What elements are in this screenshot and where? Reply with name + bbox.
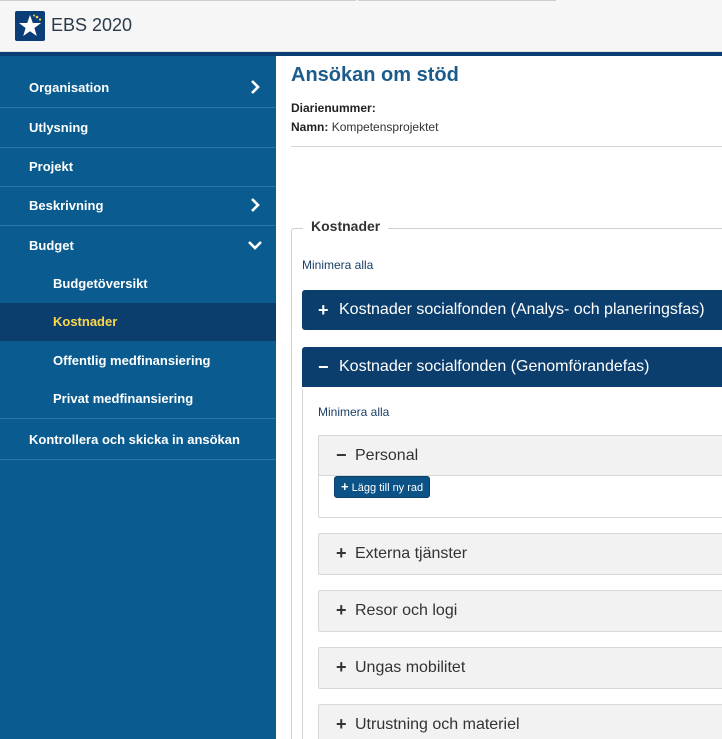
sidebar-item-organisation[interactable]: Organisation bbox=[0, 68, 276, 108]
panel-title: Personal bbox=[355, 447, 419, 464]
minus-icon: − bbox=[336, 445, 347, 465]
accordion-analys-planeringsfas[interactable]: + Kostnader socialfonden (Analys- och pl… bbox=[302, 290, 722, 330]
panel-title: Utrustning och materiel bbox=[355, 716, 520, 733]
inner-minimize-all-link[interactable]: Minimera alla bbox=[318, 405, 389, 419]
page-title: Ansökan om stöd bbox=[291, 64, 459, 86]
panel-title: Resor och logi bbox=[355, 602, 458, 619]
panel-personal[interactable]: − Personal bbox=[318, 435, 722, 476]
sidebar-subitem-label: Privat medfinansiering bbox=[53, 391, 194, 406]
plus-icon: + bbox=[336, 714, 347, 734]
accordion-genomforandefas[interactable]: − Kostnader socialfonden (Genomförandefa… bbox=[302, 347, 722, 387]
panel-title: Externa tjänster bbox=[355, 545, 468, 562]
top-bar: EBS 2020 bbox=[0, 0, 722, 52]
sidebar-subitem-label: Budgetöversikt bbox=[53, 276, 148, 291]
plus-icon: + bbox=[341, 479, 349, 494]
sidebar-subitem-budgetoversikt[interactable]: Budgetöversikt bbox=[0, 265, 276, 303]
plus-icon: + bbox=[336, 657, 347, 677]
sidebar-subitem-label: Kostnader bbox=[53, 314, 118, 329]
diarienummer-label: Diarienummer: bbox=[291, 101, 376, 115]
eu-star-logo-icon bbox=[15, 11, 45, 41]
sidebar-subitem-privat-medfinansiering[interactable]: Privat medfinansiering bbox=[0, 380, 276, 419]
sidebar-item-budget[interactable]: Budget bbox=[0, 226, 276, 266]
sidebar: Organisation Utlysning Projekt Beskrivni… bbox=[0, 56, 276, 739]
tab-strip bbox=[0, 0, 722, 2]
chevron-right-icon bbox=[251, 198, 260, 212]
chevron-right-icon bbox=[251, 80, 260, 94]
sidebar-item-label: Utlysning bbox=[29, 120, 89, 135]
plus-icon: + bbox=[318, 300, 329, 320]
namn-row: Namn: Kompetensprojektet bbox=[291, 120, 438, 134]
panel-externa-tjanster[interactable]: + Externa tjänster bbox=[318, 533, 722, 575]
add-row-button[interactable]: + Lägg till ny rad bbox=[334, 476, 431, 498]
sidebar-subitem-label: Offentlig medfinansiering bbox=[53, 353, 211, 368]
sidebar-item-utlysning[interactable]: Utlysning bbox=[0, 108, 276, 148]
sidebar-item-label: Beskrivning bbox=[29, 198, 104, 213]
plus-icon: + bbox=[336, 600, 347, 620]
sidebar-item-label: Kontrollera och skicka in ansökan bbox=[29, 432, 240, 447]
namn-value: Kompetensprojektet bbox=[331, 120, 439, 134]
minus-icon: − bbox=[318, 357, 329, 377]
sidebar-item-label: Projekt bbox=[29, 159, 74, 174]
app-title: EBS 2020 bbox=[51, 15, 133, 35]
sidebar-subitem-kostnader[interactable]: Kostnader bbox=[0, 303, 276, 341]
costs-legend: Kostnader bbox=[303, 218, 389, 234]
add-row-label: Lägg till ny rad bbox=[351, 482, 424, 494]
diarienummer-row: Diarienummer: bbox=[291, 101, 376, 115]
sidebar-item-kontrollera[interactable]: Kontrollera och skicka in ansökan bbox=[0, 420, 276, 460]
accordion-title: Kostnader socialfonden (Analys- och plan… bbox=[339, 301, 705, 318]
minimize-all-link[interactable]: Minimera alla bbox=[302, 258, 373, 272]
panel-resor-och-logi[interactable]: + Resor och logi bbox=[318, 590, 722, 632]
accordion-title: Kostnader socialfonden (Genomförandefas) bbox=[339, 358, 650, 375]
panel-ungas-mobilitet[interactable]: + Ungas mobilitet bbox=[318, 647, 722, 689]
namn-label: Namn: bbox=[291, 120, 329, 134]
sidebar-item-label: Organisation bbox=[29, 80, 110, 95]
divider bbox=[291, 146, 722, 147]
plus-icon: + bbox=[336, 543, 347, 563]
sidebar-item-beskrivning[interactable]: Beskrivning bbox=[0, 186, 276, 226]
sidebar-item-projekt[interactable]: Projekt bbox=[0, 147, 276, 187]
chevron-down-icon bbox=[248, 241, 262, 250]
panel-utrustning-och-materiel[interactable]: + Utrustning och materiel bbox=[318, 704, 722, 739]
panel-title: Ungas mobilitet bbox=[355, 659, 466, 676]
sidebar-subitem-offentlig-medfinansiering[interactable]: Offentlig medfinansiering bbox=[0, 342, 276, 380]
sidebar-item-label: Budget bbox=[29, 238, 74, 253]
